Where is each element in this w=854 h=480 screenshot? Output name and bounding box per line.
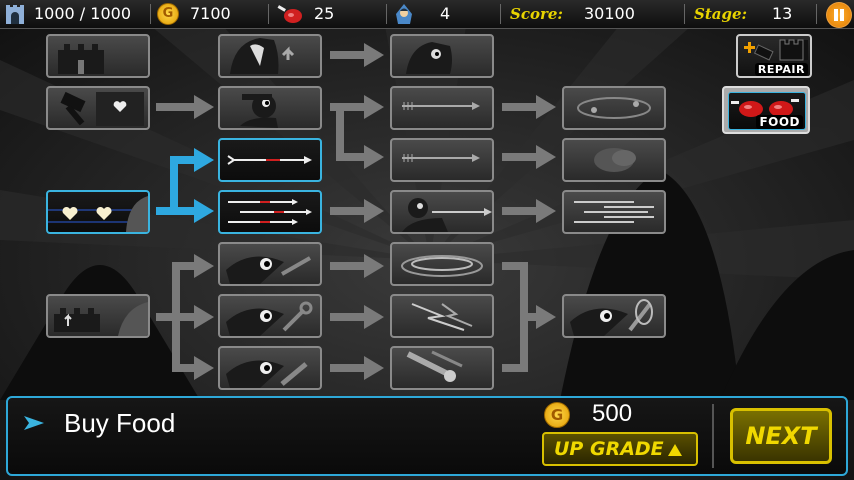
divider	[386, 4, 387, 24]
stage-label: Stage:	[694, 5, 748, 23]
wrench-unit-upgrade[interactable]	[218, 294, 322, 338]
food-label: FOOD	[756, 115, 803, 129]
gold-coin-icon: G	[544, 402, 570, 428]
upgrade-button[interactable]: UP GRADE	[542, 432, 698, 466]
single-arrow-upgrade[interactable]	[218, 138, 322, 182]
whirlwind-upgrade[interactable]	[390, 242, 494, 286]
castle-hp-text: 1000 / 1000	[34, 4, 131, 23]
next-label: NEXT	[745, 422, 817, 450]
lightning-upgrade[interactable]	[390, 294, 494, 338]
castle-tower-upgrade[interactable]	[46, 294, 150, 338]
multi-arrow-upgrade[interactable]	[218, 190, 322, 234]
top-status-bar: 1000 / 1000 G 7100 25 4 Score: 30100 Sta…	[0, 0, 854, 29]
score-label: Score:	[510, 5, 563, 23]
castle-wall-upgrade[interactable]	[46, 34, 150, 78]
knight-unit-icon	[396, 4, 412, 24]
meat-icon	[277, 5, 302, 23]
stage-value: 13	[772, 4, 793, 23]
archer-hp-upgrade[interactable]	[46, 190, 150, 234]
score-value: 30100	[584, 4, 635, 23]
divider	[500, 4, 501, 24]
castle-gate-icon	[6, 5, 24, 24]
arrow-rain-upgrade[interactable]	[562, 190, 666, 234]
item-description: Buy Food	[64, 408, 176, 438]
food-button-inner: FOOD	[728, 92, 806, 130]
pause-button[interactable]	[826, 2, 852, 28]
divider	[268, 4, 269, 24]
club-unit-upgrade[interactable]	[218, 346, 322, 390]
up-triangle-icon	[667, 443, 682, 456]
gold-amount-text: 7100	[190, 4, 231, 23]
arrow-power-upgrade[interactable]	[390, 138, 494, 182]
pointer-arrow-icon	[24, 416, 44, 430]
divider	[816, 4, 817, 24]
spear-unit-upgrade[interactable]	[218, 242, 322, 286]
smoke-upgrade[interactable]	[562, 138, 666, 182]
divider	[712, 404, 714, 468]
unit-count-text: 4	[440, 4, 451, 23]
master-unit-upgrade[interactable]	[562, 294, 666, 338]
knight-recruit-upgrade[interactable]	[218, 34, 322, 78]
knight-upgrade-2[interactable]	[390, 34, 494, 78]
upgrade-label: UP GRADE	[554, 438, 664, 460]
info-panel: Buy Food G 500 UP GRADE NEXT	[6, 396, 848, 476]
archer-unit-upgrade[interactable]	[218, 86, 322, 130]
divider	[684, 4, 685, 24]
item-cost: 500	[592, 400, 633, 427]
repair-hammer-upgrade[interactable]	[46, 86, 150, 130]
meteor-upgrade[interactable]	[390, 346, 494, 390]
divider	[150, 4, 151, 24]
spin-ring-upgrade[interactable]	[562, 86, 666, 130]
gold-coin-icon: G	[157, 3, 179, 25]
next-button[interactable]: NEXT	[730, 408, 832, 464]
food-button[interactable]: FOOD	[722, 86, 810, 134]
arrow-speed-upgrade[interactable]	[390, 86, 494, 130]
meat-count-text: 25	[314, 4, 335, 23]
crossbow-unit-upgrade[interactable]	[390, 190, 494, 234]
repair-button[interactable]: REPAIR	[736, 34, 812, 78]
repair-label: REPAIR	[754, 63, 808, 76]
